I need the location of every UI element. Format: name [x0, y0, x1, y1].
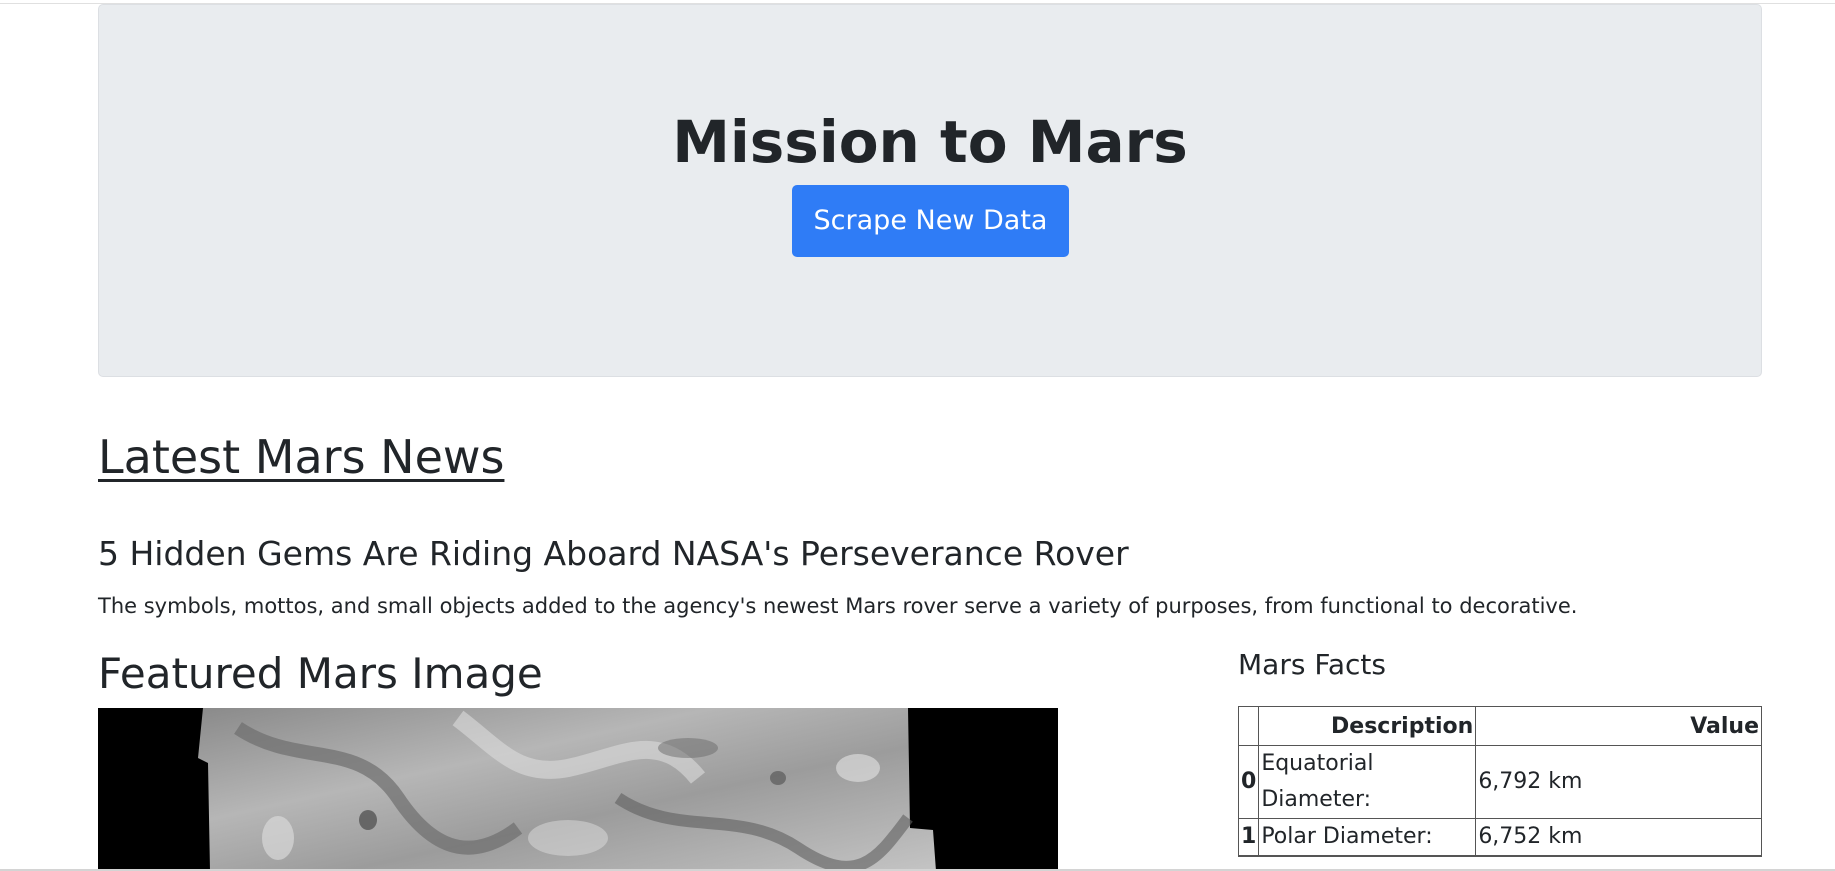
table-row — [1237, 855, 1762, 857]
page-title: Mission to Mars — [672, 108, 1188, 176]
table-header-value: Value — [1475, 706, 1762, 746]
row-description: Polar Diameter: — [1258, 818, 1477, 856]
mars-facts-table: Description Value 0 Equatorial Diameter:… — [1237, 706, 1762, 857]
table-row: 1 Polar Diameter: 6,752 km — [1237, 818, 1762, 856]
hero-banner: Mission to Mars Scrape New Data — [98, 4, 1762, 377]
mars-facts-heading: Mars Facts — [1238, 648, 1386, 681]
scrape-new-data-button[interactable]: Scrape New Data — [792, 185, 1069, 257]
row-value: 6,792 km — [1475, 745, 1762, 819]
table-header-index — [1237, 706, 1260, 746]
row-description — [1258, 855, 1477, 857]
row-index — [1237, 855, 1260, 857]
row-index: 0 — [1237, 745, 1260, 819]
row-value: 6,752 km — [1475, 818, 1762, 856]
news-headline: 5 Hidden Gems Are Riding Aboard NASA's P… — [98, 534, 1129, 573]
featured-image-heading: Featured Mars Image — [98, 649, 543, 698]
table-header-row: Description Value — [1237, 706, 1762, 746]
mars-terrain-image — [98, 708, 1058, 871]
latest-news-heading: Latest Mars News — [98, 430, 505, 484]
row-value — [1475, 855, 1762, 857]
row-description: Equatorial Diameter: — [1258, 745, 1477, 819]
table-row: 0 Equatorial Diameter: 6,792 km — [1237, 745, 1762, 819]
news-teaser: The symbols, mottos, and small objects a… — [98, 594, 1578, 618]
row-index: 1 — [1237, 818, 1260, 856]
featured-mars-image — [98, 708, 1058, 871]
table-header-description: Description — [1258, 706, 1477, 746]
